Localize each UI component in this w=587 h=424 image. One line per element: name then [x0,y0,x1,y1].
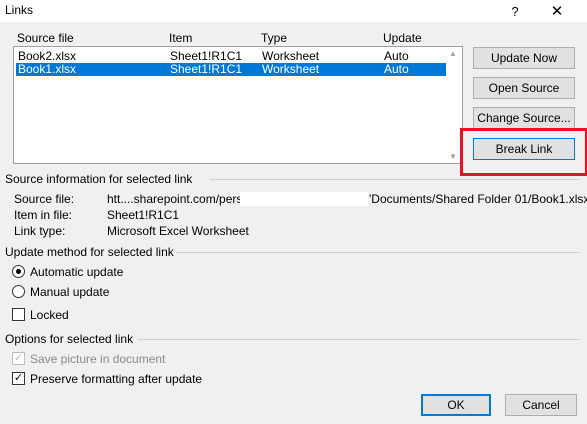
highlight-box [460,128,587,176]
divider [210,179,580,180]
change-source-button[interactable]: Change Source... [473,107,575,129]
link-type-value: Microsoft Excel Worksheet [107,224,249,238]
links-dialog: Links ? ✕ Source file Item Type Update B… [0,0,587,424]
header-update[interactable]: Update [383,31,422,45]
save-picture-label: Save picture in document [30,352,166,366]
manual-update-label[interactable]: Manual update [30,285,109,299]
automatic-update-label[interactable]: Automatic update [30,265,123,279]
header-item[interactable]: Item [169,31,192,45]
divider [138,339,580,340]
scroll-down-icon[interactable]: ▼ [449,152,457,161]
title-bar: Links ? ✕ [0,0,587,22]
update-now-button[interactable]: Update Now [473,47,575,69]
help-button[interactable]: ? [500,0,530,22]
automatic-update-radio[interactable] [12,265,25,278]
divider [176,252,580,253]
scroll-up-icon[interactable]: ▲ [449,49,457,58]
row-type: Worksheet [262,62,320,76]
preserve-formatting-checkbox[interactable]: ✓ [12,372,25,385]
header-type[interactable]: Type [261,31,287,45]
row-update: Auto [384,62,409,76]
cancel-button[interactable]: Cancel [505,394,577,416]
ok-button[interactable]: OK [421,394,491,416]
row-item: Sheet1!R1C1 [170,62,243,76]
links-list[interactable]: Book2.xlsx Sheet1!R1C1 Worksheet Auto Bo… [13,46,463,164]
options-heading: Options for selected link [5,332,134,346]
save-picture-checkbox: ✓ [12,352,25,365]
item-in-file-label: Item in file: [14,208,73,222]
redaction-box [240,192,368,206]
source-file-path: 'Documents/Shared Folder 01/Book1.xlsx [369,192,587,206]
row-source: Book1.xlsx [18,62,77,76]
link-type-label: Link type: [14,224,66,238]
header-source-file[interactable]: Source file [17,31,74,45]
links-list-header: Source file Item Type Update [13,31,463,45]
source-info-heading: Source information for selected link [5,172,193,186]
source-file-label: Source file: [14,192,75,206]
update-method-heading: Update method for selected link [5,245,174,259]
preserve-formatting-label[interactable]: Preserve formatting after update [30,372,202,386]
dialog-title: Links [5,3,34,17]
list-row-selected[interactable]: Book1.xlsx Sheet1!R1C1 Worksheet Auto [16,63,446,76]
open-source-button[interactable]: Open Source [473,77,575,99]
close-icon[interactable]: ✕ [542,0,572,22]
item-in-file-value: Sheet1!R1C1 [107,208,180,222]
locked-checkbox[interactable] [12,308,25,321]
manual-update-radio[interactable] [12,285,25,298]
locked-label[interactable]: Locked [30,308,69,322]
